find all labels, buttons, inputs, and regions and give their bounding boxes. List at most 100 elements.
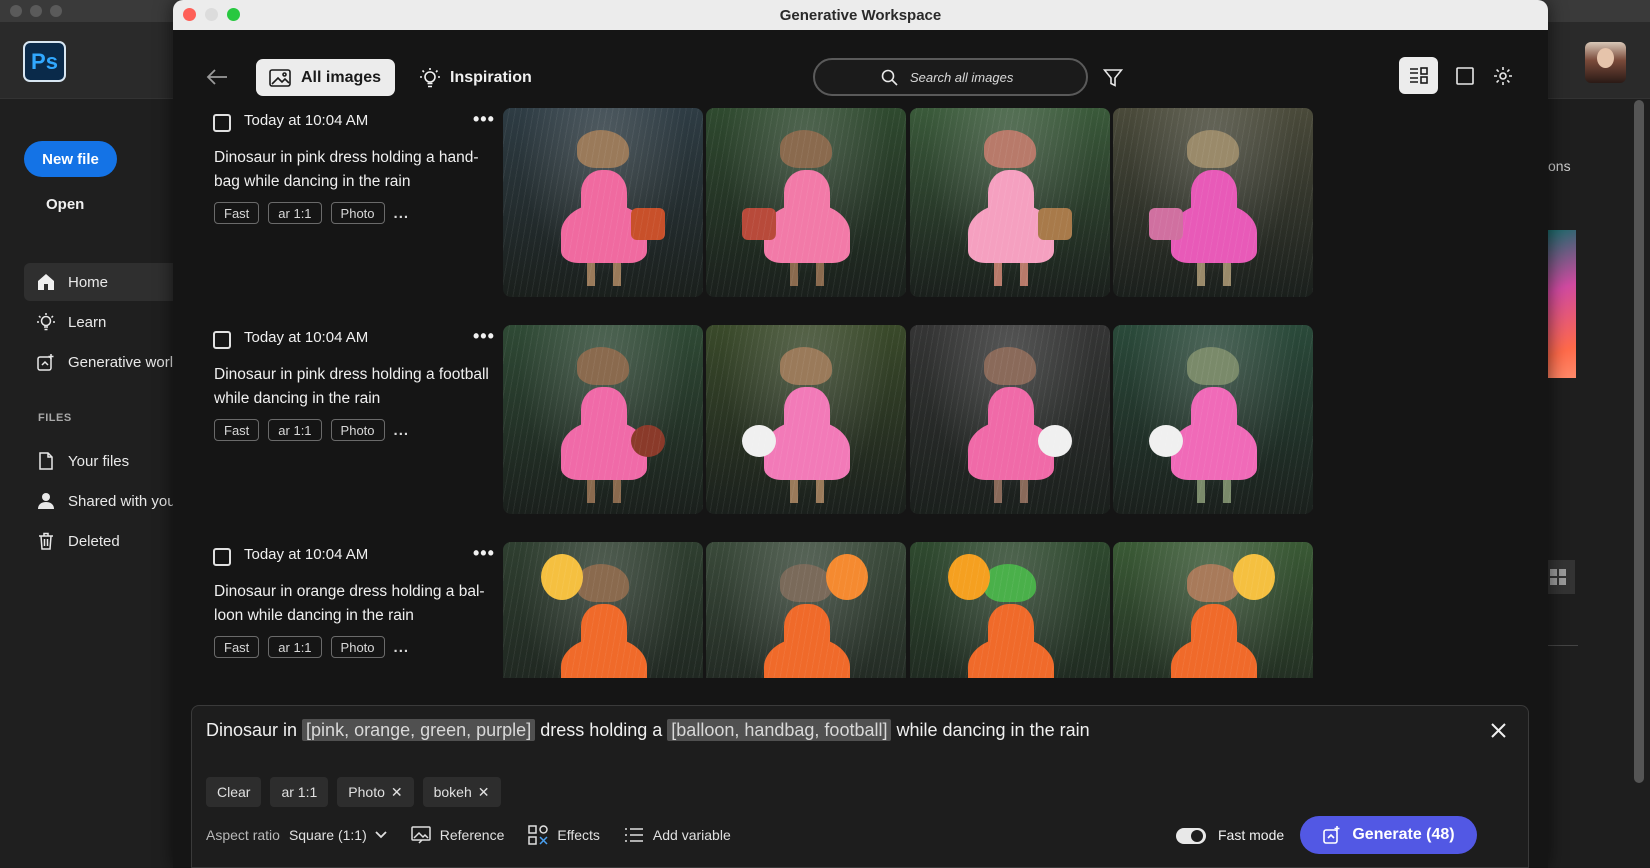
sidebar-item-home[interactable]: Home	[24, 263, 174, 301]
single-view-button[interactable]	[1453, 64, 1477, 88]
close-composer-button[interactable]	[1488, 720, 1508, 740]
background-thumbnail[interactable]	[1548, 230, 1576, 378]
sidebar-item-deleted[interactable]: Deleted	[24, 522, 174, 560]
composer-prompt[interactable]: Dinosaur in [pink, orange, green, purple…	[206, 719, 1090, 741]
generated-image-thumbnail[interactable]	[503, 542, 703, 678]
generated-image-thumbnail[interactable]	[706, 108, 906, 297]
tab-label: All images	[301, 68, 382, 86]
tab-inspiration[interactable]: Inspiration	[413, 59, 532, 96]
select-checkbox[interactable]	[213, 331, 231, 349]
generation-time: Today at 10:04 AM	[244, 112, 369, 129]
toolbar: All images Inspiration	[173, 30, 1548, 108]
more-chips[interactable]: ...	[394, 639, 410, 656]
composer-chips: Clear ar 1:1 Photo ✕ bokeh ✕	[206, 777, 501, 807]
remove-chip-icon[interactable]: ✕	[391, 784, 403, 801]
close-window-button[interactable]	[183, 8, 196, 21]
aspect-ratio-select[interactable]: Square (1:1)	[289, 827, 387, 843]
generated-image-thumbnail[interactable]	[910, 542, 1110, 678]
new-file-button[interactable]: New file	[24, 141, 117, 177]
window-title: Generative Workspace	[779, 6, 942, 24]
chip-fast[interactable]: Fast	[214, 636, 260, 658]
search-box[interactable]	[813, 58, 1088, 96]
effects-button[interactable]: Effects	[528, 825, 600, 845]
tab-all-images[interactable]: All images	[256, 59, 395, 96]
photoshop-logo: Ps	[23, 41, 66, 82]
lightbulb-icon	[420, 67, 440, 87]
generated-image-thumbnail[interactable]	[1113, 542, 1313, 678]
tab-label: Inspiration	[450, 68, 532, 86]
generation-chips: Fast ar 1:1 Photo ...	[214, 419, 409, 441]
generate-icon	[1323, 826, 1340, 844]
sidebar-item-learn[interactable]: Learn	[24, 303, 174, 341]
generated-image-thumbnail[interactable]	[910, 108, 1110, 297]
more-chips[interactable]: ...	[394, 205, 410, 222]
more-options-button[interactable]: •••	[473, 327, 497, 347]
search-input[interactable]	[910, 69, 1020, 85]
add-variable-button[interactable]: Add variable	[624, 827, 731, 843]
generated-image-thumbnail[interactable]	[706, 542, 906, 678]
sidebar-item-label: Generative worl	[68, 353, 174, 371]
chip-label: Clear	[217, 784, 251, 800]
select-checkbox[interactable]	[213, 548, 231, 566]
chip-label: Photo	[348, 784, 385, 800]
search-icon	[881, 69, 898, 86]
chip-aspect-ratio[interactable]: ar 1:1	[270, 777, 329, 807]
composer-options: Aspect ratio Square (1:1) Reference Effe…	[206, 820, 755, 850]
avatar[interactable]	[1585, 42, 1626, 83]
open-link[interactable]: Open	[46, 196, 84, 213]
chip-fast[interactable]: Fast	[214, 419, 260, 441]
chevron-down-icon	[375, 831, 387, 839]
reference-button[interactable]: Reference	[411, 826, 505, 844]
chip-photo[interactable]: Photo ✕	[337, 777, 414, 807]
generated-image-thumbnail[interactable]	[503, 325, 703, 514]
generative-workspace-window: Generative Workspace All images Inspirat…	[173, 0, 1548, 868]
chip-photo[interactable]: Photo	[330, 202, 385, 224]
chip-aspect-ratio[interactable]: ar 1:1	[268, 419, 322, 441]
generation-prompt: Dinosaur in orange dress holding a bal-l…	[214, 583, 485, 624]
chip-fast[interactable]: Fast	[214, 202, 260, 224]
prompt-composer[interactable]: Dinosaur in [pink, orange, green, purple…	[191, 705, 1529, 868]
image-icon	[269, 68, 291, 87]
clear-button[interactable]: Clear	[206, 777, 262, 807]
prompt-text: Dinosaur in	[206, 720, 303, 740]
chip-aspect-ratio[interactable]: ar 1:1	[268, 202, 322, 224]
generate-button[interactable]: Generate (48)	[1300, 816, 1477, 854]
prompt-text: while dancing in the rain	[891, 720, 1090, 740]
select-checkbox[interactable]	[213, 114, 231, 132]
back-button[interactable]	[205, 65, 229, 89]
files-heading: FILES	[38, 412, 72, 424]
chip-bokeh[interactable]: bokeh ✕	[422, 777, 501, 807]
fast-mode-toggle[interactable]	[1176, 828, 1206, 844]
generated-image-thumbnail[interactable]	[910, 325, 1110, 514]
background-scrollbar[interactable]	[1634, 100, 1644, 783]
sidebar-item-your-files[interactable]: Your files	[24, 442, 174, 480]
list-view-button[interactable]	[1399, 57, 1438, 94]
chip-photo[interactable]: Photo	[330, 419, 385, 441]
chip-aspect-ratio[interactable]: ar 1:1	[268, 636, 322, 658]
chip-label: ar 1:1	[281, 784, 318, 800]
chip-photo[interactable]: Photo	[330, 636, 385, 658]
minimize-window-button[interactable]	[205, 8, 218, 21]
filter-icon	[1103, 69, 1123, 87]
remove-chip-icon[interactable]: ✕	[478, 784, 490, 801]
sidebar-item-shared-with-you[interactable]: Shared with you	[24, 482, 174, 520]
aspect-ratio-value: Square (1:1)	[288, 827, 367, 843]
generated-image-thumbnail[interactable]	[503, 108, 703, 297]
generated-image-thumbnail[interactable]	[706, 325, 906, 514]
person-icon	[36, 491, 56, 511]
sidebar-item-generative-workspace[interactable]: Generative worl	[24, 343, 174, 381]
settings-button[interactable]	[1491, 64, 1515, 88]
aspect-ratio-label: Aspect ratio	[206, 827, 280, 843]
zoom-window-button[interactable]	[227, 8, 240, 21]
more-options-button[interactable]: •••	[473, 110, 497, 130]
more-chips[interactable]: ...	[394, 422, 410, 439]
more-options-button[interactable]: •••	[473, 544, 497, 564]
generated-image-thumbnail[interactable]	[1113, 325, 1313, 514]
close-icon	[1490, 722, 1506, 738]
variable-token-objects[interactable]: [balloon, handbag, football]	[667, 719, 892, 741]
generated-image-thumbnail[interactable]	[1113, 108, 1313, 297]
reference-label: Reference	[439, 827, 505, 843]
variable-token-colors[interactable]: [pink, orange, green, purple]	[302, 719, 536, 741]
square-icon	[1456, 67, 1474, 85]
filter-button[interactable]	[1101, 66, 1125, 90]
